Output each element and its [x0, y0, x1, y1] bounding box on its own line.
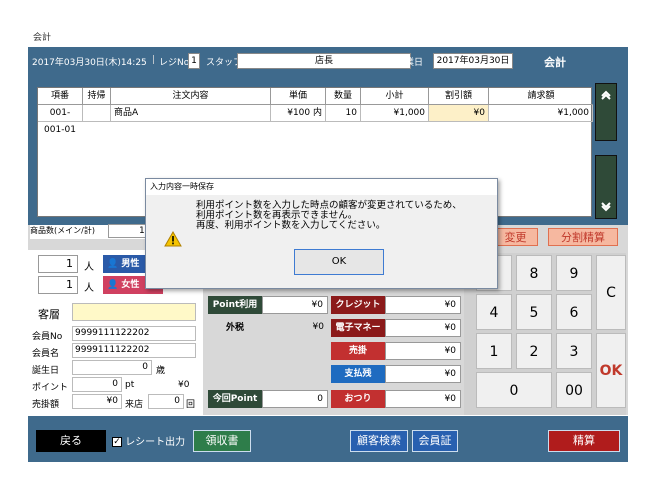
- screen-title: 会計: [544, 56, 566, 69]
- balance-label: 支払残: [331, 365, 385, 383]
- member-name-label: 会員名: [32, 349, 60, 359]
- key-3[interactable]: 3: [556, 333, 592, 369]
- member-no-field[interactable]: 9999111122202: [72, 326, 196, 341]
- col-header: 単価: [271, 88, 326, 105]
- col-header: 小計: [361, 88, 429, 105]
- age-unit: 歳: [156, 366, 166, 376]
- col-header: 注文内容: [111, 88, 271, 105]
- tax-label: 外税: [208, 319, 262, 337]
- scroll-up-button[interactable]: [595, 83, 617, 141]
- back-button[interactable]: 戻る: [36, 430, 106, 452]
- male-count[interactable]: 1: [38, 255, 78, 273]
- sales-label: 売掛額: [32, 400, 60, 410]
- prev-point-button[interactable]: 今回Point: [208, 390, 262, 408]
- cell[interactable]: 商品A: [111, 105, 271, 122]
- cell[interactable]: ¥100 内: [271, 105, 326, 122]
- col-header: 持帰: [83, 88, 111, 105]
- change-label: おつり: [331, 390, 385, 408]
- female-icon: 👤: [107, 280, 122, 290]
- split-payment-button[interactable]: 分割精算: [548, 228, 618, 246]
- key-2[interactable]: 2: [516, 333, 552, 369]
- scroll-down-button[interactable]: [595, 155, 617, 219]
- segment-field[interactable]: [72, 303, 196, 321]
- member-no-label: 会員No: [32, 332, 63, 342]
- visit-label: 来店: [125, 400, 144, 410]
- credit-value[interactable]: ¥0: [385, 296, 461, 314]
- sales-field: ¥0: [72, 394, 122, 409]
- change-value: ¥0: [385, 390, 461, 408]
- dialog-ok-button[interactable]: OK: [294, 249, 384, 275]
- cell[interactable]: ¥0: [429, 105, 489, 122]
- member-card-button[interactable]: 会員証: [412, 430, 458, 452]
- dialog-title: 入力内容一時保存: [146, 179, 497, 195]
- clear-key[interactable]: C: [596, 255, 626, 330]
- dialog-message: 利用ポイント数を入力した時点の顧客が変更されているため、 利用ポイント数を再表示…: [196, 200, 462, 231]
- balance-value: ¥0: [385, 365, 461, 383]
- col-header: 数量: [326, 88, 361, 105]
- key-5[interactable]: 5: [516, 294, 552, 330]
- prev-point-value: 0: [262, 390, 328, 408]
- cell[interactable]: [83, 105, 111, 122]
- receivable-button[interactable]: 売掛: [331, 342, 385, 360]
- header-bar: 2017年03月30日(木)14:25 | レジNo 1 スタッフ 店長 営業日…: [28, 47, 628, 75]
- key-8[interactable]: 8: [516, 255, 552, 291]
- cell[interactable]: 10: [326, 105, 361, 122]
- receipt-checkbox-label: レシート出力: [125, 437, 186, 448]
- customer-search-button[interactable]: 顧客検索: [350, 430, 408, 452]
- cell[interactable]: 001-001-01: [38, 105, 83, 135]
- point-use-button[interactable]: Point利用: [208, 296, 262, 314]
- key-9[interactable]: 9: [556, 255, 592, 291]
- female-count[interactable]: 1: [38, 276, 78, 294]
- key-00[interactable]: 00: [556, 372, 592, 408]
- cell[interactable]: ¥1,000: [361, 105, 429, 122]
- footer-bar: 戻る ✓ レシート出力 領収書 顧客検索 会員証 精算: [28, 416, 628, 462]
- staff-field[interactable]: 店長: [237, 53, 411, 69]
- visit-field: 0: [148, 394, 184, 409]
- checkbox-checked-icon: ✓: [112, 437, 122, 447]
- business-day-label: 営業日: [396, 58, 424, 68]
- chevron-up-icon: [601, 90, 611, 100]
- business-day: 2017年03月30日: [433, 53, 513, 69]
- credit-button[interactable]: クレジット: [331, 296, 385, 314]
- checkout-button[interactable]: 精算: [548, 430, 620, 452]
- age-field[interactable]: 0: [72, 360, 152, 375]
- datetime: 2017年03月30日(木)14:25: [32, 58, 147, 68]
- point-yen: ¥0: [178, 380, 190, 390]
- col-header: 項番: [38, 88, 83, 105]
- point-use-value[interactable]: ¥0: [262, 296, 328, 314]
- register-no: 1: [188, 53, 200, 69]
- member-name-field[interactable]: 9999111122202: [72, 343, 196, 358]
- person-unit: 人: [84, 283, 94, 294]
- key-6[interactable]: 6: [556, 294, 592, 330]
- receipt-button[interactable]: 領収書: [193, 430, 251, 452]
- register-label: レジNo: [159, 58, 190, 68]
- change-button[interactable]: 変更: [493, 228, 538, 246]
- emoney-value[interactable]: ¥0: [385, 319, 461, 337]
- birthday-label: 誕生日: [32, 366, 60, 376]
- ok-key[interactable]: OK: [596, 333, 626, 408]
- male-icon: 👤: [107, 259, 122, 269]
- col-header: 割引額: [429, 88, 489, 105]
- segment-label: 客層: [38, 308, 60, 321]
- point-label: ポイント: [32, 383, 69, 393]
- col-header: 請求額: [489, 88, 593, 105]
- key-4[interactable]: 4: [476, 294, 512, 330]
- receipt-checkbox[interactable]: ✓ レシート出力: [112, 433, 185, 448]
- receivable-value[interactable]: ¥0: [385, 342, 461, 360]
- point-unit: pt: [125, 380, 135, 390]
- key-1[interactable]: 1: [476, 333, 512, 369]
- emoney-button[interactable]: 電子マネー: [331, 319, 385, 337]
- chevron-down-icon: [601, 202, 611, 212]
- person-unit: 人: [84, 262, 94, 273]
- tax-value: ¥0: [262, 319, 328, 337]
- window-title: 会計: [33, 33, 52, 43]
- key-0[interactable]: 0: [476, 372, 552, 408]
- warning-icon: [164, 231, 182, 247]
- point-field: 0: [72, 377, 122, 392]
- visit-unit: 回: [186, 400, 196, 410]
- alert-dialog: 入力内容一時保存 利用ポイント数を入力した時点の顧客が変更されているため、 利用…: [145, 178, 498, 289]
- cell[interactable]: ¥1,000: [489, 105, 593, 122]
